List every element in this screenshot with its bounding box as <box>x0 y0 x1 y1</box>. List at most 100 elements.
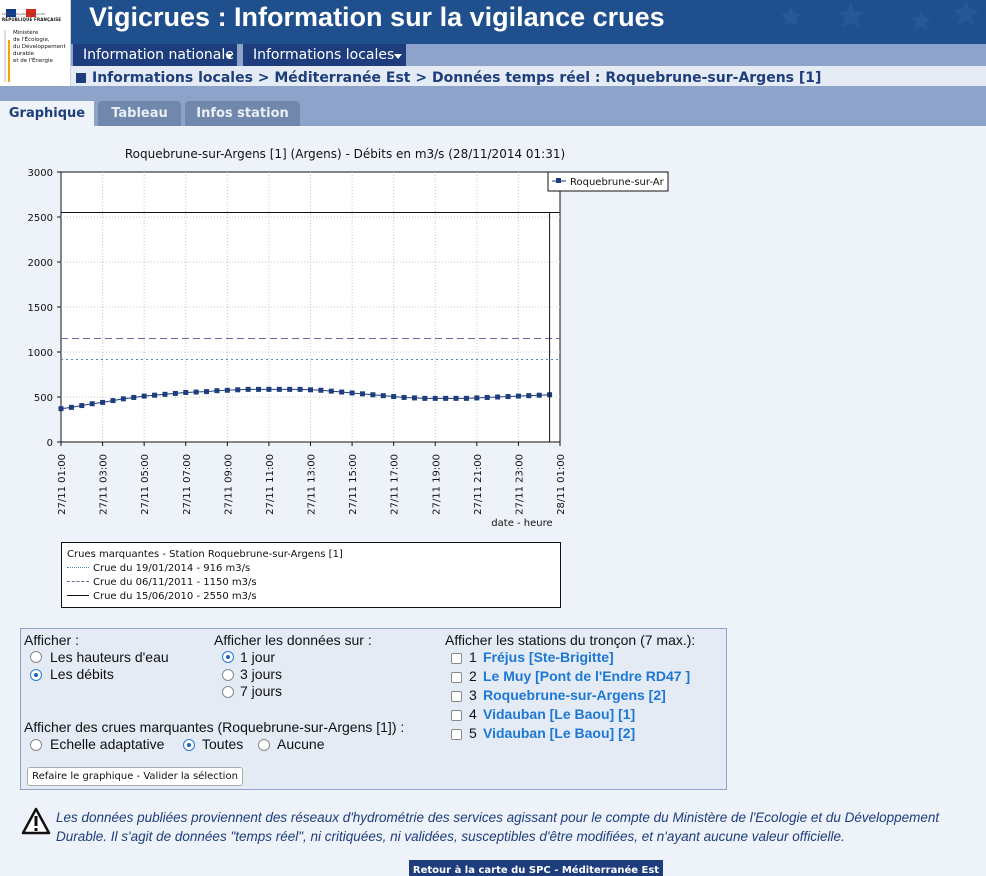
logo-ministry-line: durable <box>13 51 35 57</box>
series-legend: Roquebrune-sur-Ar <box>547 171 669 192</box>
toutes-label[interactable]: Toutes <box>202 736 243 752</box>
title-banner: Vigicrues : Information sur la vigilance… <box>71 0 986 44</box>
retour-carte-button[interactable]: Retour à la carte du SPC - Méditerranée … <box>409 860 663 876</box>
disclaimer-text: Les données publiées proviennent des rés… <box>56 810 940 844</box>
tab-infos-station[interactable]: Infos station <box>185 101 300 126</box>
station-number: 5 <box>469 725 477 741</box>
main-nav: Information nationale Informations local… <box>71 44 986 66</box>
legend-label: Crue du 19/01/2014 - 916 m3/s <box>93 563 251 574</box>
series-point <box>526 393 532 399</box>
1-jour-label[interactable]: 1 jour <box>240 649 275 665</box>
crues-marquantes-legend: Crues marquantes - Station Roquebrune-su… <box>61 542 561 608</box>
y-tick-label: 500 <box>34 393 53 404</box>
radio-1-jour[interactable] <box>222 651 234 663</box>
series-point <box>484 394 490 400</box>
radio-toutes[interactable] <box>183 739 195 751</box>
station-checkbox-2[interactable] <box>451 672 462 683</box>
series-point <box>193 389 199 395</box>
y-tick-label: 2000 <box>28 258 53 269</box>
nav-label: Informations locales <box>253 47 395 63</box>
x-tick-label: 27/11 01:00 <box>57 454 68 515</box>
series-point <box>245 386 251 392</box>
series-point <box>100 399 106 405</box>
series-point <box>391 394 397 400</box>
logo-divider <box>4 30 6 82</box>
series-point <box>349 390 355 396</box>
radio-3-jours[interactable] <box>222 669 234 681</box>
series-legend-label: Roquebrune-sur-Ar <box>570 177 665 188</box>
series-point <box>318 387 324 393</box>
x-axis-label: date - heure <box>491 518 552 529</box>
station-link-vidauban-1[interactable]: Vidauban [Le Baou] [1] <box>483 706 635 722</box>
series-point <box>411 395 417 401</box>
logo-republique: RÉPUBLIQUE FRANÇAISE <box>2 17 62 22</box>
station-link-frejus[interactable]: Fréjus [Ste-Brigitte] <box>483 649 614 665</box>
x-tick-label: 27/11 05:00 <box>140 454 151 515</box>
y-tick-label: 3000 <box>28 168 53 179</box>
series-point <box>120 396 126 402</box>
series-point <box>422 395 428 401</box>
station-link-vidauban-2[interactable]: Vidauban [Le Baou] [2] <box>483 725 635 741</box>
x-tick-label: 27/11 19:00 <box>431 454 442 515</box>
station-checkbox-5[interactable] <box>451 729 462 740</box>
french-flag-icon <box>6 2 36 17</box>
station-link-roquebrune-2[interactable]: Roquebrune-sur-Argens [2] <box>483 687 666 703</box>
logo-ministry-line: de l'Écologie, <box>13 37 50 43</box>
tab-graphique[interactable]: Graphique <box>0 101 94 126</box>
page-title: Vigicrues : Information sur la vigilance… <box>89 2 665 32</box>
3-jours-label[interactable]: 3 jours <box>240 666 282 682</box>
series-point <box>380 393 386 399</box>
afficher-label: Afficher : <box>24 632 79 648</box>
tab-tableau[interactable]: Tableau <box>98 101 181 126</box>
series-point <box>183 390 189 395</box>
series-point <box>443 395 449 401</box>
series-point <box>287 386 293 392</box>
warning-icon <box>21 807 51 835</box>
nav-label: Information nationale <box>83 47 234 63</box>
x-tick-label: 27/11 09:00 <box>223 454 234 515</box>
series-point <box>68 404 74 410</box>
nav-informations-locales[interactable]: Informations locales <box>243 44 406 66</box>
radio-7-jours[interactable] <box>222 686 234 698</box>
series-point <box>297 386 303 392</box>
station-number: 3 <box>469 687 477 703</box>
crues-label: Afficher des crues marquantes (Roquebrun… <box>24 719 405 735</box>
legend-label: Crue du 15/06/2010 - 2550 m3/s <box>93 591 257 602</box>
station-number: 1 <box>469 649 477 665</box>
series-point <box>495 394 501 400</box>
caret-down-icon <box>225 54 233 59</box>
echelle-label[interactable]: Echelle adaptative <box>50 736 164 752</box>
station-link-le-muy[interactable]: Le Muy [Pont de l'Endre RD47 ] <box>483 668 690 684</box>
aucune-label[interactable]: Aucune <box>277 736 324 752</box>
breadcrumb: Informations locales > Méditerranée Est … <box>76 70 821 86</box>
x-tick-label: 28/11 01:00 <box>556 454 567 515</box>
square-bullet-icon <box>76 73 86 83</box>
debits-label[interactable]: Les débits <box>50 666 114 682</box>
refaire-graphique-button[interactable]: Refaire le graphique - Valider la sélect… <box>27 767 243 786</box>
legend-label: Crue du 06/11/2011 - 1150 m3/s <box>93 577 257 588</box>
series-point <box>339 389 345 395</box>
radio-debits[interactable] <box>30 669 42 681</box>
ministry-logo[interactable]: Liberté • Égalité • Fraternité RÉPUBLIQU… <box>0 0 71 86</box>
station-checkbox-4[interactable] <box>451 710 462 721</box>
nav-information-nationale[interactable]: Information nationale <box>73 44 237 66</box>
radio-hauteurs[interactable] <box>30 651 42 663</box>
series-point <box>432 395 438 401</box>
series-point <box>224 387 230 393</box>
series-point <box>172 390 178 396</box>
legend-row: Crue du 19/01/2014 - 916 m3/s <box>67 563 250 574</box>
legend-dashed-line <box>67 581 89 582</box>
station-checkbox-1[interactable] <box>451 653 462 664</box>
7-jours-label[interactable]: 7 jours <box>240 683 282 699</box>
series-point <box>370 392 376 398</box>
y-tick-label: 1000 <box>28 348 53 359</box>
logo-ministry-line: Ministère <box>13 30 39 36</box>
radio-aucune[interactable] <box>258 739 270 751</box>
series-point <box>152 392 158 398</box>
series-legend-marker <box>556 178 561 183</box>
y-tick-label: 2500 <box>28 213 53 224</box>
legend-title: Crues marquantes - Station Roquebrune-su… <box>67 549 343 560</box>
radio-echelle-adaptative[interactable] <box>30 739 42 751</box>
hauteurs-label[interactable]: Les hauteurs d'eau <box>50 649 169 665</box>
station-checkbox-3[interactable] <box>451 691 462 702</box>
